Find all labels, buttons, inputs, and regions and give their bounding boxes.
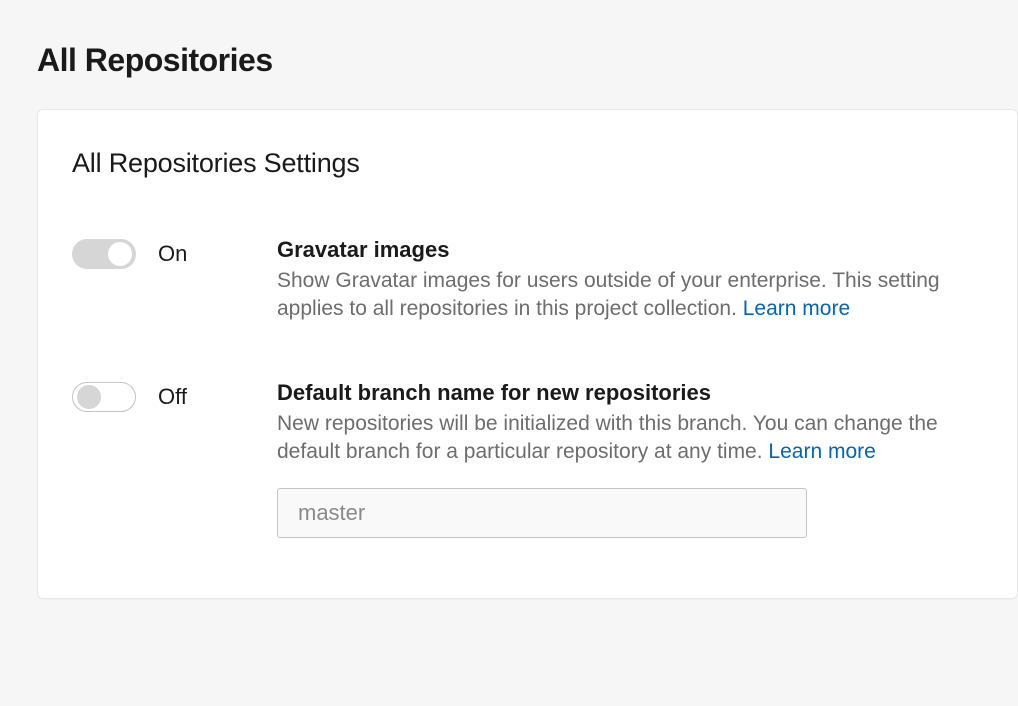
card-title: All Repositories Settings [72, 148, 975, 179]
default-branch-setting-description: New repositories will be initialized wit… [277, 410, 975, 467]
default-branch-setting-title: Default branch name for new repositories [277, 380, 975, 406]
setting-content: Gravatar images Show Gravatar images for… [277, 237, 975, 324]
gravatar-toggle[interactable] [72, 239, 136, 269]
setting-content: Default branch name for new repositories… [277, 380, 975, 539]
default-branch-toggle[interactable] [72, 382, 136, 412]
gravatar-setting-title: Gravatar images [277, 237, 975, 263]
page-title: All Repositories [0, 0, 1018, 79]
gravatar-learn-more-link[interactable]: Learn more [743, 297, 850, 320]
toggle-column: Off [72, 380, 277, 412]
gravatar-toggle-label: On [158, 241, 187, 267]
toggle-column: On [72, 237, 277, 269]
settings-card: All Repositories Settings On Gravatar im… [37, 109, 1018, 599]
default-branch-input[interactable] [277, 488, 807, 538]
toggle-knob [108, 242, 132, 266]
setting-default-branch: Off Default branch name for new reposito… [72, 380, 975, 539]
default-branch-learn-more-link[interactable]: Learn more [768, 440, 875, 463]
gravatar-setting-description: Show Gravatar images for users outside o… [277, 267, 975, 324]
default-branch-toggle-label: Off [158, 384, 187, 410]
toggle-knob [77, 385, 101, 409]
setting-gravatar: On Gravatar images Show Gravatar images … [72, 237, 975, 324]
